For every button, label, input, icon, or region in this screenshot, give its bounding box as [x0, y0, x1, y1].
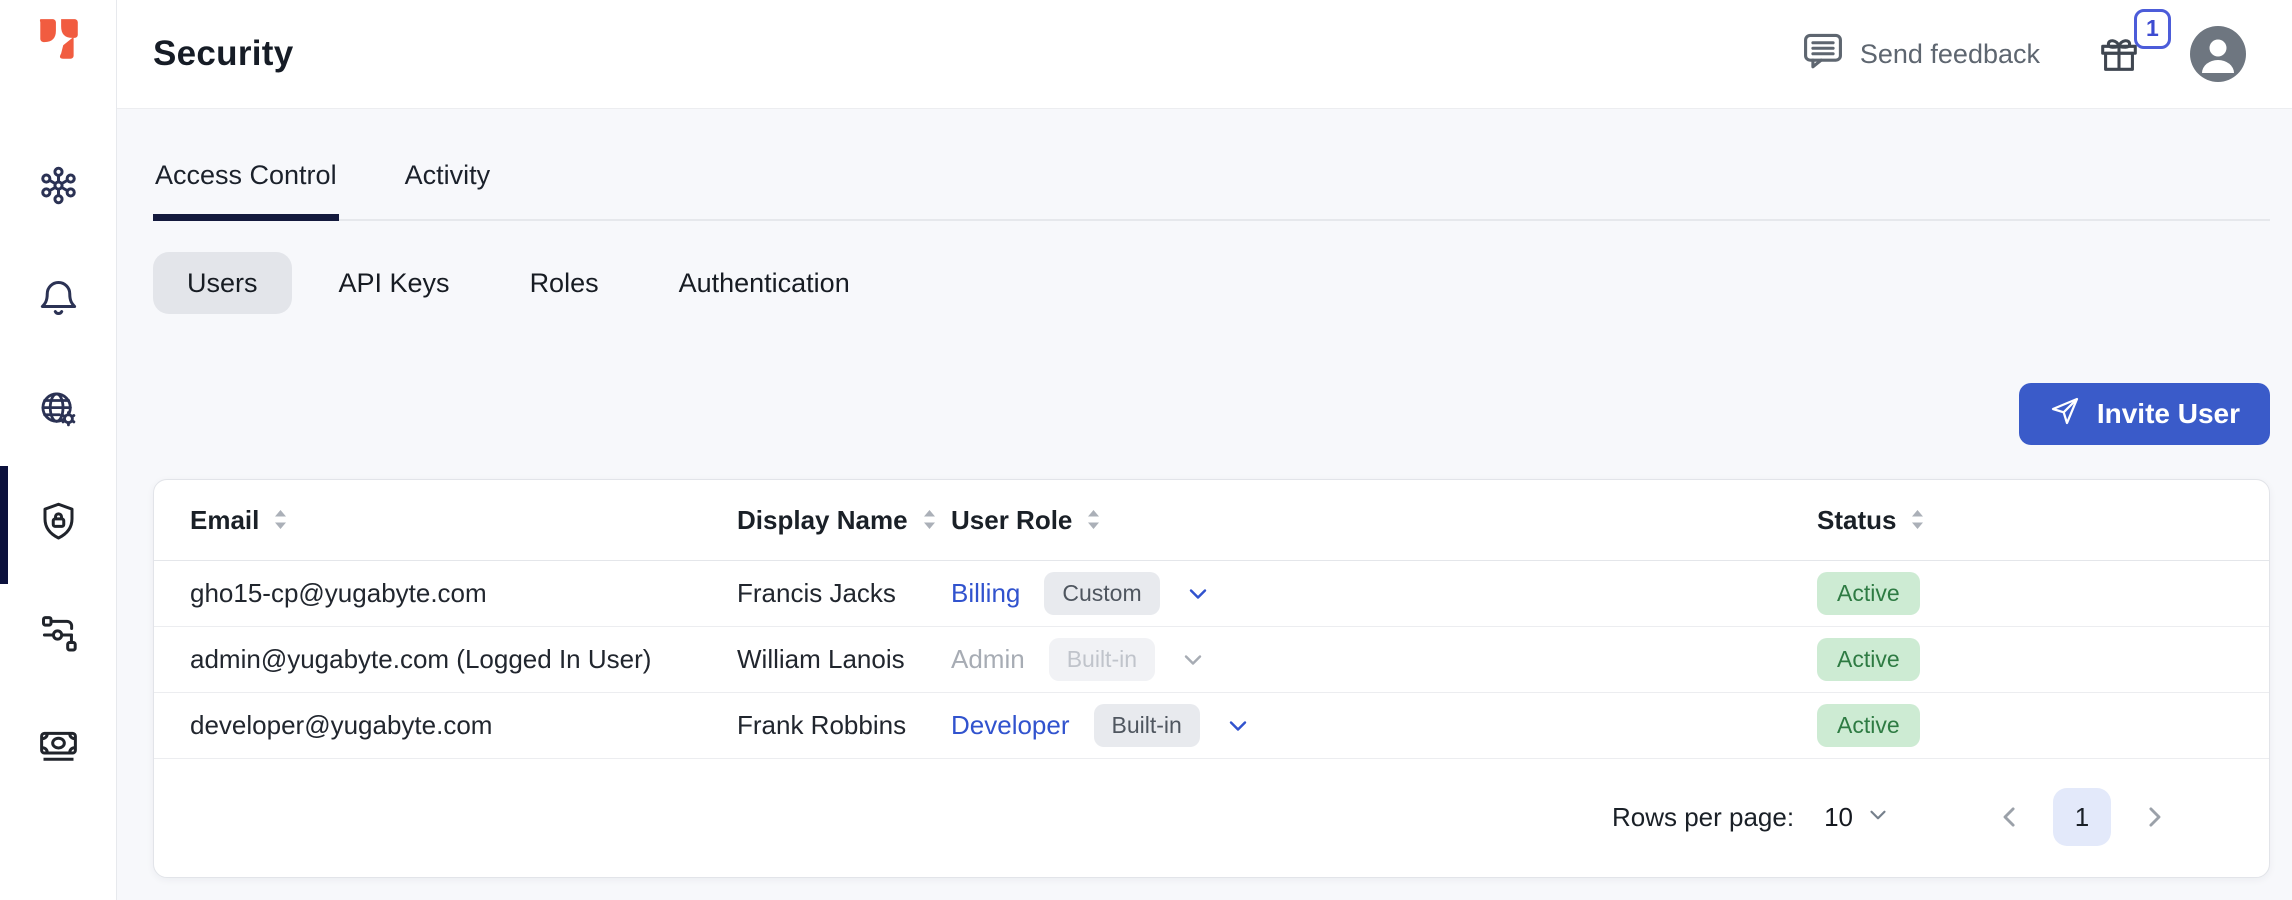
page-title: Security [153, 34, 294, 74]
rows-per-page-value: 10 [1824, 802, 1853, 833]
email-cell: admin@yugabyte.com (Logged In User) [190, 644, 737, 675]
column-header-status[interactable]: Status [1817, 505, 2269, 536]
sort-icon[interactable] [920, 509, 939, 531]
role-type-badge: Built-in [1049, 638, 1155, 681]
chevron-down-icon[interactable] [1224, 712, 1252, 740]
status-cell: Active [1817, 638, 2269, 681]
user-role-cell: Admin Built-in [951, 638, 1817, 681]
subtab-bar: Users API Keys Roles Authentication [153, 252, 930, 314]
status-cell: Active [1817, 704, 2269, 747]
send-feedback-button[interactable]: Send feedback [1801, 29, 2040, 80]
status-cell: Active [1817, 572, 2269, 615]
subtab-roles[interactable]: Roles [530, 252, 599, 314]
sort-icon[interactable] [271, 509, 290, 531]
email-cell: developer@yugabyte.com [190, 710, 737, 741]
subtab-authentication[interactable]: Authentication [679, 252, 850, 314]
table-header-row: Email Display Name User Role Status [154, 480, 2269, 561]
clusters-icon [36, 163, 81, 213]
sort-icon[interactable] [1908, 509, 1927, 531]
role-type-badge: Built-in [1094, 704, 1200, 747]
security-shield-lock-icon [36, 499, 81, 549]
display-name-cell: William Lanois [737, 644, 951, 675]
table-row: gho15-cp@yugabyte.com Francis Jacks Bill… [154, 561, 2269, 627]
top-header: Security Send feedback [117, 0, 2292, 109]
sort-icon[interactable] [1084, 509, 1103, 531]
gift-count-badge: 1 [2134, 9, 2171, 49]
invite-user-label: Invite User [2097, 398, 2240, 430]
role-link[interactable]: Developer [951, 710, 1070, 741]
sidebar-item-clusters[interactable] [0, 132, 116, 244]
pager: 1 [1995, 788, 2169, 846]
rows-per-page-select[interactable]: 10 [1824, 802, 1891, 833]
role-link[interactable]: Billing [951, 578, 1020, 609]
pagination-bar: Rows per page: 10 1 [154, 757, 2269, 877]
email-cell: gho15-cp@yugabyte.com [190, 578, 737, 609]
display-name-cell: Francis Jacks [737, 578, 951, 609]
alerts-bell-icon [36, 275, 81, 325]
sidebar-item-integrations[interactable] [0, 580, 116, 692]
subtab-api-keys[interactable]: API Keys [339, 252, 450, 314]
status-badge: Active [1817, 638, 1920, 681]
status-badge: Active [1817, 572, 1920, 615]
display-name-cell: Frank Robbins [737, 710, 951, 741]
chevron-down-icon[interactable] [1179, 646, 1207, 674]
integrations-flow-icon [36, 611, 81, 661]
column-header-display-name[interactable]: Display Name [737, 505, 951, 536]
sidebar-item-alerts[interactable] [0, 244, 116, 356]
tab-bar: Access Control Activity [153, 131, 2270, 221]
table-row: admin@yugabyte.com (Logged In User) Will… [154, 627, 2269, 693]
previous-page-button[interactable] [1995, 802, 2025, 832]
column-header-user-role[interactable]: User Role [951, 505, 1817, 536]
sidebar-item-billing[interactable] [0, 692, 116, 804]
page-number-button[interactable]: 1 [2053, 788, 2111, 846]
subtab-users[interactable]: Users [153, 252, 292, 314]
role-link: Admin [951, 644, 1025, 675]
sidebar-item-security[interactable] [0, 468, 116, 580]
user-role-cell: Billing Custom [951, 572, 1817, 615]
role-type-badge: Custom [1044, 572, 1159, 615]
user-avatar[interactable] [2190, 26, 2246, 82]
header-actions: Send feedback 1 [1801, 26, 2246, 82]
sidebar-item-network[interactable] [0, 356, 116, 468]
chevron-down-icon[interactable] [1184, 580, 1212, 608]
column-header-email[interactable]: Email [190, 505, 737, 536]
yugabyte-logo[interactable] [33, 15, 83, 65]
tab-activity[interactable]: Activity [403, 131, 493, 219]
feedback-bubble-icon [1801, 29, 1845, 80]
tab-access-control[interactable]: Access Control [153, 131, 339, 219]
network-globe-gear-icon [36, 387, 81, 437]
paper-plane-icon [2049, 395, 2081, 434]
users-table-card: Email Display Name User Role Status gho1… [153, 479, 2270, 878]
sidebar [0, 0, 117, 900]
whats-new-button[interactable]: 1 [2096, 31, 2142, 77]
billing-money-icon [36, 723, 81, 773]
sidebar-nav [0, 132, 116, 804]
table-row: developer@yugabyte.com Frank Robbins Dev… [154, 693, 2269, 759]
chevron-down-icon [1865, 802, 1891, 833]
user-role-cell: Developer Built-in [951, 704, 1817, 747]
send-feedback-label: Send feedback [1860, 39, 2040, 70]
invite-user-button[interactable]: Invite User [2019, 383, 2270, 445]
status-badge: Active [1817, 704, 1920, 747]
rows-per-page-label: Rows per page: [1612, 802, 1794, 833]
next-page-button[interactable] [2139, 802, 2169, 832]
